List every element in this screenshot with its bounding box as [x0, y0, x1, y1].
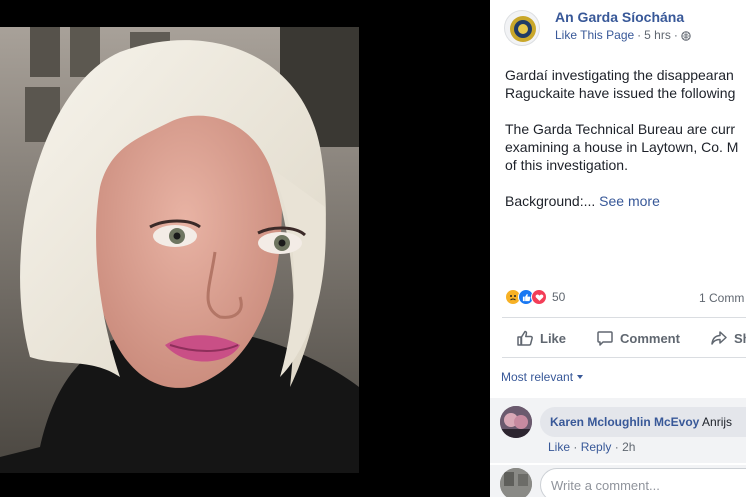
share-icon	[711, 331, 727, 345]
reaction-summary[interactable]: 50	[505, 289, 565, 305]
meta-separator: ·	[614, 440, 619, 454]
comment-sort-dropdown[interactable]: Most relevant	[501, 370, 584, 384]
page-name[interactable]: An Garda Síochána	[555, 9, 684, 25]
comment-sort-label: Most relevant	[501, 370, 574, 384]
comment-input[interactable]	[540, 468, 746, 497]
post-line: of this investigation.	[505, 157, 628, 173]
user-avatar	[500, 468, 532, 497]
comment-time[interactable]: 2h	[622, 440, 635, 454]
comment-button[interactable]: Comment	[596, 322, 680, 354]
see-more-link[interactable]: See more	[599, 193, 660, 209]
like-label: Like	[540, 330, 567, 346]
post-meta: Like This Page · 5 hrs ·	[555, 28, 691, 42]
divider	[502, 317, 746, 318]
comment-author[interactable]: Karen Mcloughlin McEvoy	[550, 415, 699, 429]
post-text: Gardaí investigating the disappearan Rag…	[505, 66, 746, 228]
background-label: Background:...	[505, 193, 596, 209]
comment-text: Anrijs	[702, 415, 733, 429]
post-photo[interactable]	[0, 27, 359, 473]
comment-like-link[interactable]: Like	[548, 440, 570, 454]
reaction-count: 50	[552, 290, 566, 304]
write-comment-row	[490, 465, 746, 497]
post-line: examining a house in Laytown, Co. M	[505, 139, 739, 155]
share-label: Sh	[734, 330, 746, 346]
meta-separator: ·	[673, 28, 678, 42]
post-sidebar: An Garda Síochána Like This Page · 5 hrs…	[490, 0, 746, 497]
comment-count[interactable]: 1 Comm	[699, 291, 744, 305]
meta-separator: ·	[637, 28, 642, 42]
page-avatar[interactable]	[504, 10, 540, 46]
globe-icon	[681, 30, 691, 41]
caret-down-icon	[577, 375, 584, 379]
like-button[interactable]: Like	[516, 322, 566, 354]
share-button[interactable]: Sh	[710, 322, 746, 354]
comment-reply-link[interactable]: Reply	[581, 440, 612, 454]
post-line: The Garda Technical Bureau are curr	[505, 121, 736, 137]
meta-separator: ·	[573, 440, 578, 454]
like-page-link[interactable]: Like This Page	[555, 28, 634, 42]
comment-item: Karen Mcloughlin McEvoy Anrijs Like · Re…	[490, 398, 746, 463]
post-line: Gardaí investigating the disappearan	[505, 67, 734, 83]
commenter-avatar[interactable]	[500, 406, 532, 438]
post-time[interactable]: 5 hrs	[644, 28, 671, 42]
divider	[502, 357, 746, 358]
love-reaction-icon	[531, 289, 547, 305]
comment-meta: Like · Reply · 2h	[548, 440, 635, 454]
comment-icon	[597, 331, 613, 346]
photo-viewer	[0, 0, 490, 497]
comment-bubble: Karen Mcloughlin McEvoy Anrijs	[540, 407, 746, 437]
post-line: Raguckaite have issued the following	[505, 85, 736, 101]
post-actions: Like Comment Sh	[490, 322, 746, 354]
like-icon	[517, 330, 533, 346]
comment-label: Comment	[620, 330, 680, 346]
